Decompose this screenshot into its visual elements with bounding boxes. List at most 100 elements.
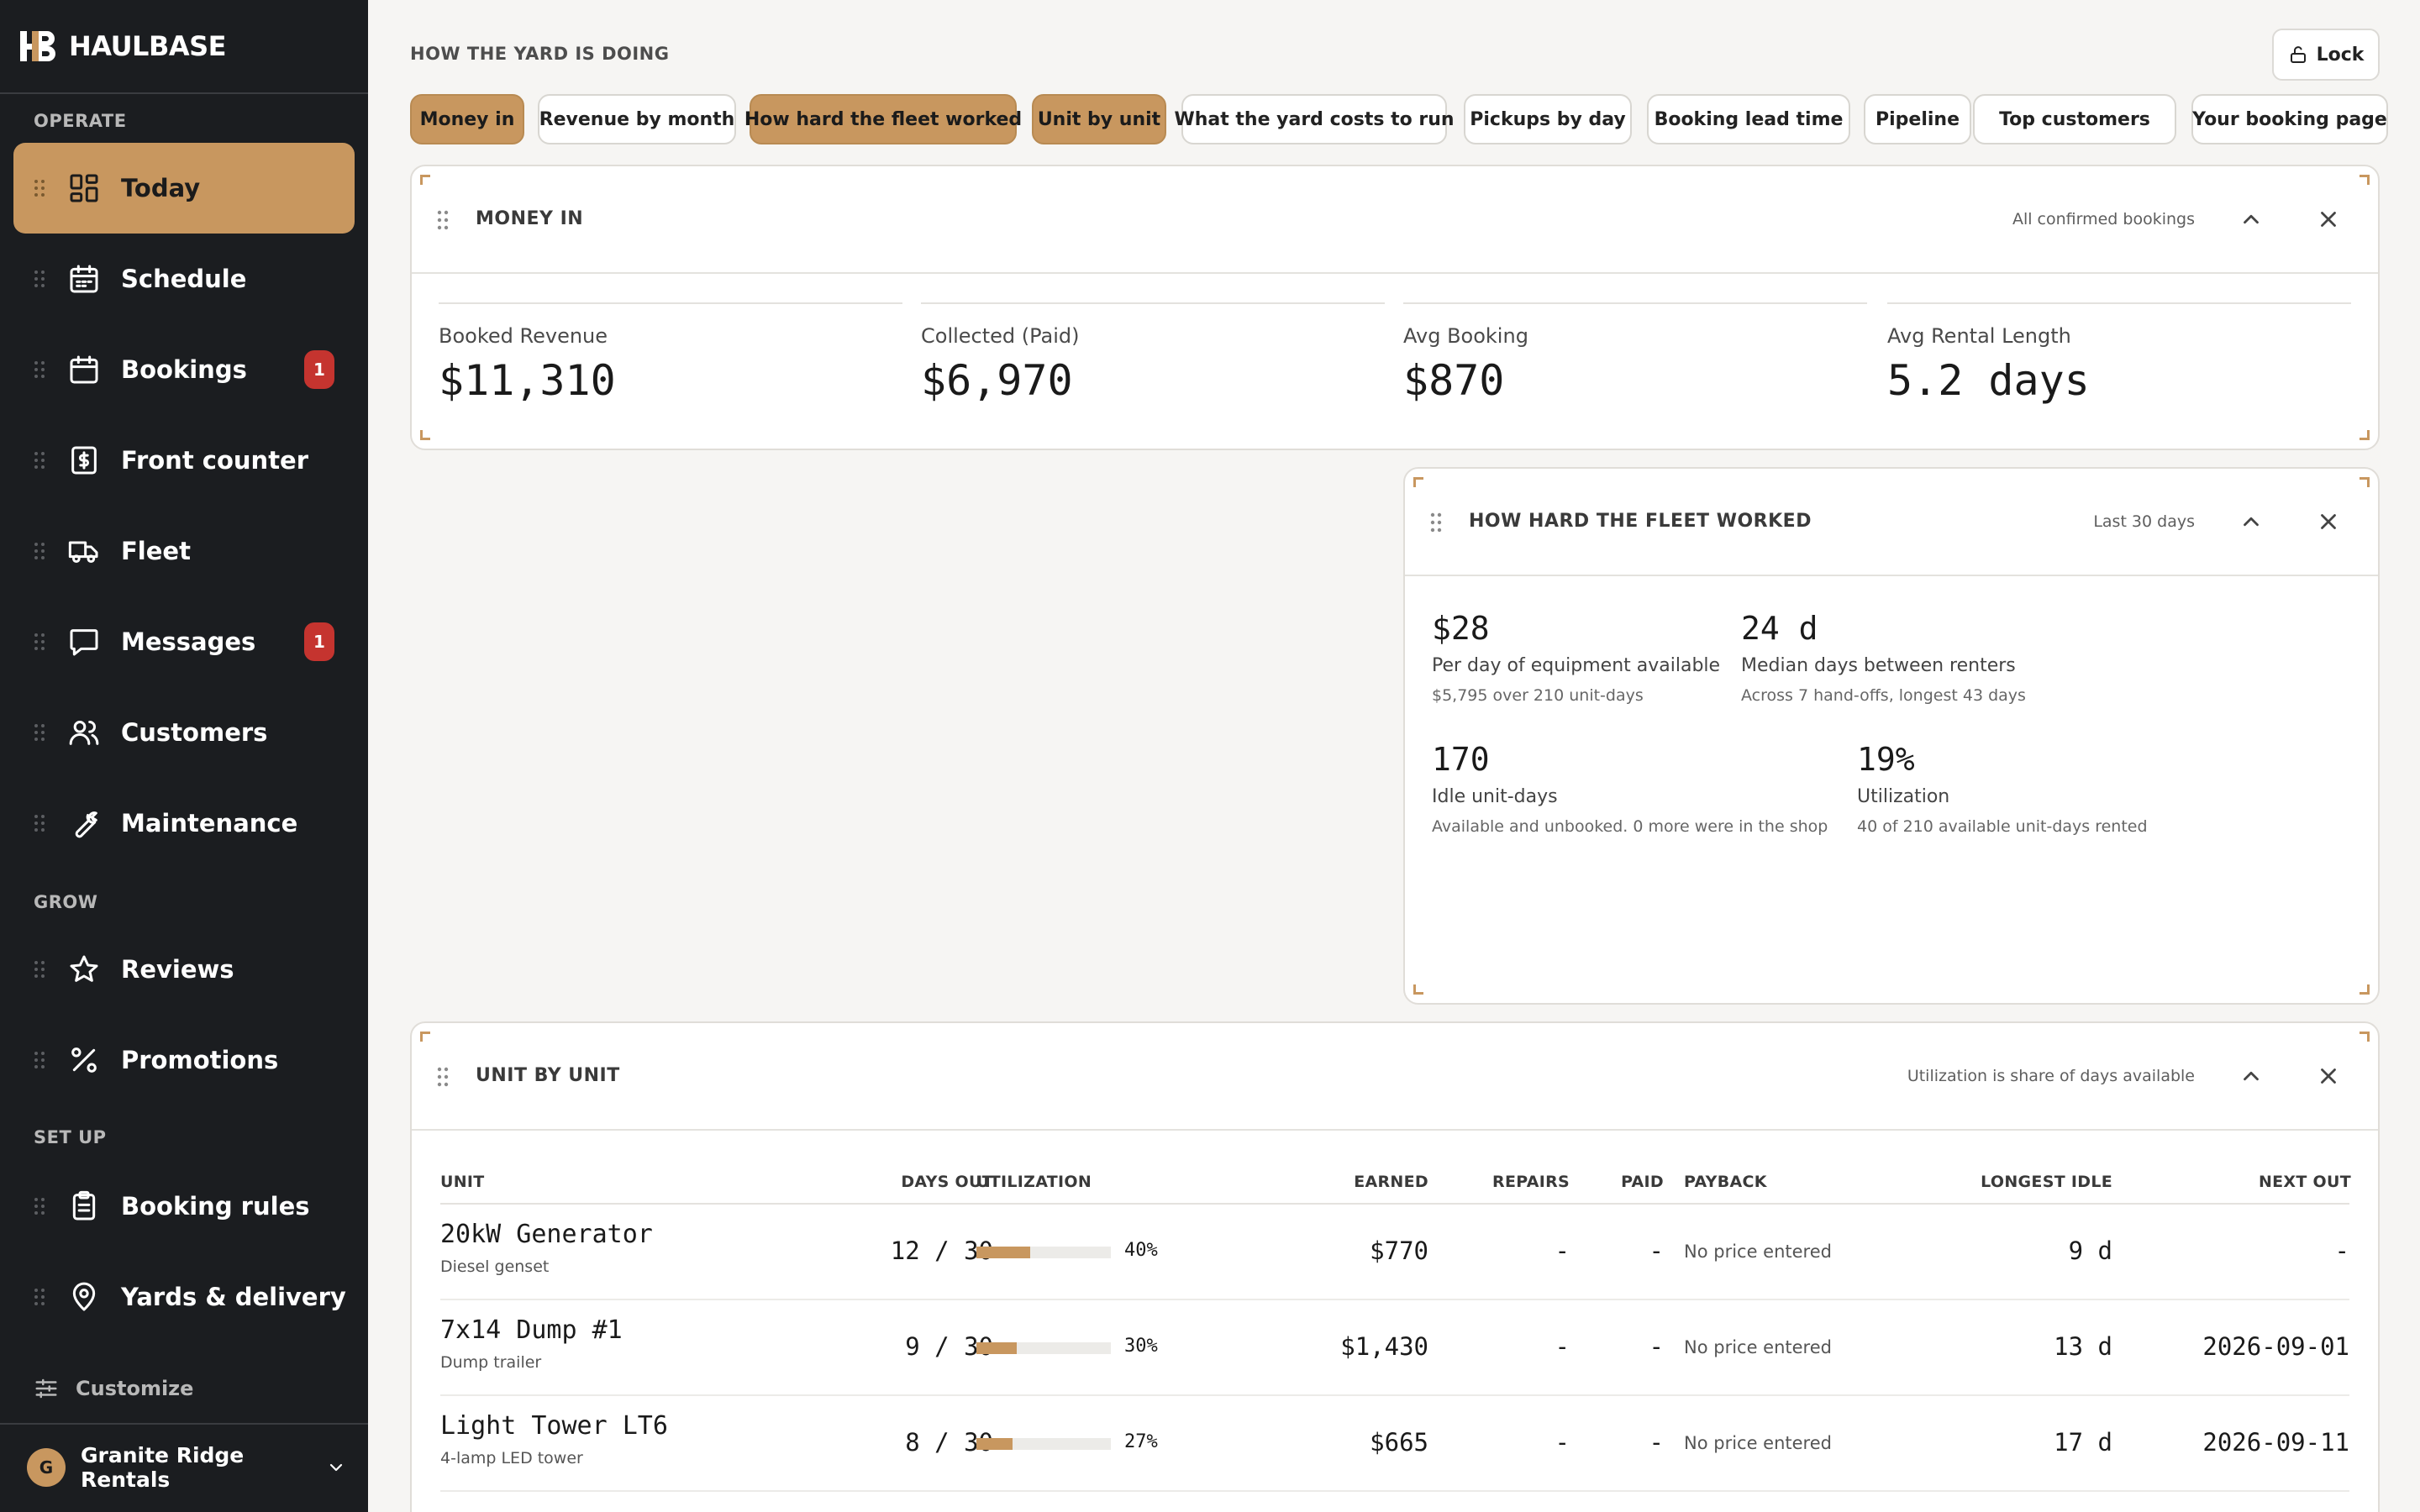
payback: No price entered [1684,1337,1832,1357]
sidebar-item-bookings[interactable]: Bookings 1 [13,324,355,415]
drag-handle-icon[interactable] [34,814,45,832]
unit-name: 20kW Generator [440,1220,653,1249]
drag-handle-icon[interactable] [34,633,45,651]
drag-handle-icon[interactable] [34,960,45,979]
chip-pickups-by-day[interactable]: Pickups by day [1464,94,1632,144]
drag-handle-icon[interactable] [34,1051,45,1069]
sidebar-item-label: Reviews [121,955,234,984]
column-header-next-out[interactable]: NEXT OUT [2259,1173,2351,1191]
resize-corner[interactable] [2360,430,2370,440]
sidebar-item-schedule[interactable]: Schedule [13,234,355,324]
unit-type: 4-lamp LED tower [440,1449,583,1467]
lock-button[interactable]: Lock [2272,29,2380,81]
table-row[interactable]: 20kW Generator Diesel genset 12 / 30 40% $77… [440,1205,2349,1300]
resize-corner[interactable] [2360,984,2370,995]
fleet-card: HOW HARD THE FLEET WORKED Last 30 days $… [1403,467,2380,1005]
sidebar-item-booking-rules[interactable]: Booking rules [13,1161,355,1252]
drag-handle-icon[interactable] [437,210,449,230]
close-icon[interactable] [2316,1063,2341,1089]
close-icon[interactable] [2316,509,2341,534]
dashboard-icon [70,174,98,202]
card-header: MONEY IN All confirmed bookings [412,166,2378,274]
chevron-up-icon[interactable] [2238,509,2264,534]
column-header-paid[interactable]: PAID [1621,1173,1664,1191]
stat-value: $11,310 [439,356,616,405]
stat-label: Booked Revenue [439,324,608,348]
footer-divider [0,1423,368,1425]
drag-handle-icon[interactable] [34,451,45,470]
sidebar-item-yards-delivery[interactable]: Yards & delivery [13,1252,355,1342]
chip-how-hard-the-fleet-worked[interactable]: How hard the fleet worked [744,94,1022,144]
sidebar-item-label: Booking rules [121,1192,310,1221]
sidebar-item-fleet[interactable]: Fleet [13,506,355,596]
sidebar-item-reviews[interactable]: Reviews [13,924,355,1015]
drag-handle-icon[interactable] [34,270,45,288]
calendar-icon [70,355,98,384]
stat-divider [439,302,902,304]
sidebar-item-messages[interactable]: Messages 1 [13,596,355,687]
column-header-payback[interactable]: PAYBACK [1684,1173,1767,1191]
chip-top-customers[interactable]: Top customers [1973,94,2176,144]
sidebar-item-label: Maintenance [121,809,298,837]
chevron-up-icon[interactable] [2238,1063,2264,1089]
column-header-longest-idle[interactable]: LONGEST IDLE [1981,1173,2112,1191]
utilization-bar [976,1247,1111,1258]
resize-corner[interactable] [420,430,430,440]
sidebar-item-maintenance[interactable]: Maintenance [13,778,355,869]
utilization-percent: 30% [1124,1336,1158,1357]
stat-collected-paid: Collected (Paid) $6,970 [921,324,1080,405]
paid: - [1649,1332,1664,1361]
drag-handle-icon[interactable] [1430,512,1442,533]
drag-handle-icon[interactable] [34,179,45,197]
sidebar-item-label: Yards & delivery [121,1283,346,1311]
repairs: - [1555,1428,1570,1457]
drag-handle-icon[interactable] [34,1288,45,1306]
utilization-bar-fill [976,1342,1017,1354]
clipboard-icon [72,1190,96,1221]
resize-corner[interactable] [1413,984,1423,995]
account-switcher[interactable]: G Granite Ridge Rentals [27,1443,346,1492]
customize-button[interactable]: Customize [34,1376,193,1401]
earned: $665 [1370,1428,1428,1457]
card-title: UNIT BY UNIT [476,1065,620,1086]
drag-handle-icon[interactable] [34,542,45,560]
chip-booking-lead-time[interactable]: Booking lead time [1647,94,1850,144]
card-header: UNIT BY UNIT Utilization is share of day… [412,1023,2378,1131]
chip-pipeline[interactable]: Pipeline [1864,94,1971,144]
table-row[interactable]: Light Tower LT6 4-lamp LED tower 8 / 30 27%… [440,1396,2349,1492]
next-out: 2026-09-11 [2202,1428,2349,1457]
sidebar-item-front-counter[interactable]: Front counter [13,415,355,506]
fleet-stat-label: Idle unit-days [1432,786,1558,807]
column-header-utilization[interactable]: UTILIZATION [976,1173,1092,1191]
fleet-stat-value: $28 [1432,610,1490,647]
drag-handle-icon[interactable] [34,723,45,742]
sidebar-item-promotions[interactable]: Promotions [13,1015,355,1105]
column-header-earned[interactable]: EARNED [1354,1173,1428,1191]
chip-money-in[interactable]: Money in [410,94,524,144]
utilization-percent: 40% [1124,1240,1158,1261]
unit-name: 7x14 Dump #1 [440,1315,623,1345]
sidebar-item-today[interactable]: Today [13,143,355,234]
chevron-up-icon[interactable] [2238,207,2264,232]
chip-your-booking-page[interactable]: Your booking page [2191,94,2388,144]
longest-idle: 17 d [2054,1428,2112,1457]
card-title: HOW HARD THE FLEET WORKED [1469,511,1812,532]
utilization-bar [976,1438,1111,1450]
drag-handle-icon[interactable] [34,360,45,379]
chip-revenue-by-month[interactable]: Revenue by month [538,94,736,144]
column-header-repairs[interactable]: REPAIRS [1492,1173,1570,1191]
stat-label: Avg Rental Length [1887,324,2071,348]
sidebar-item-label: Promotions [121,1046,279,1074]
sidebar-item-customers[interactable]: Customers [13,687,355,778]
unread-badge: 1 [304,350,334,389]
drag-handle-icon[interactable] [437,1067,449,1087]
unit-name: Light Tower LT6 [440,1411,668,1441]
column-header-unit[interactable]: UNIT [440,1173,485,1191]
brand[interactable]: HAULBASE [18,25,227,67]
chip-what-the-yard-costs-to-run[interactable]: What the yard costs to run [1174,94,1455,144]
close-icon[interactable] [2316,207,2341,232]
chip-unit-by-unit[interactable]: Unit by unit [1032,94,1166,144]
stat-avg-rental-length: Avg Rental Length 5.2 days [1887,324,2090,405]
table-row[interactable]: 7x14 Dump #1 Dump trailer 9 / 30 30% $1,430-… [440,1300,2349,1396]
drag-handle-icon[interactable] [34,1197,45,1215]
